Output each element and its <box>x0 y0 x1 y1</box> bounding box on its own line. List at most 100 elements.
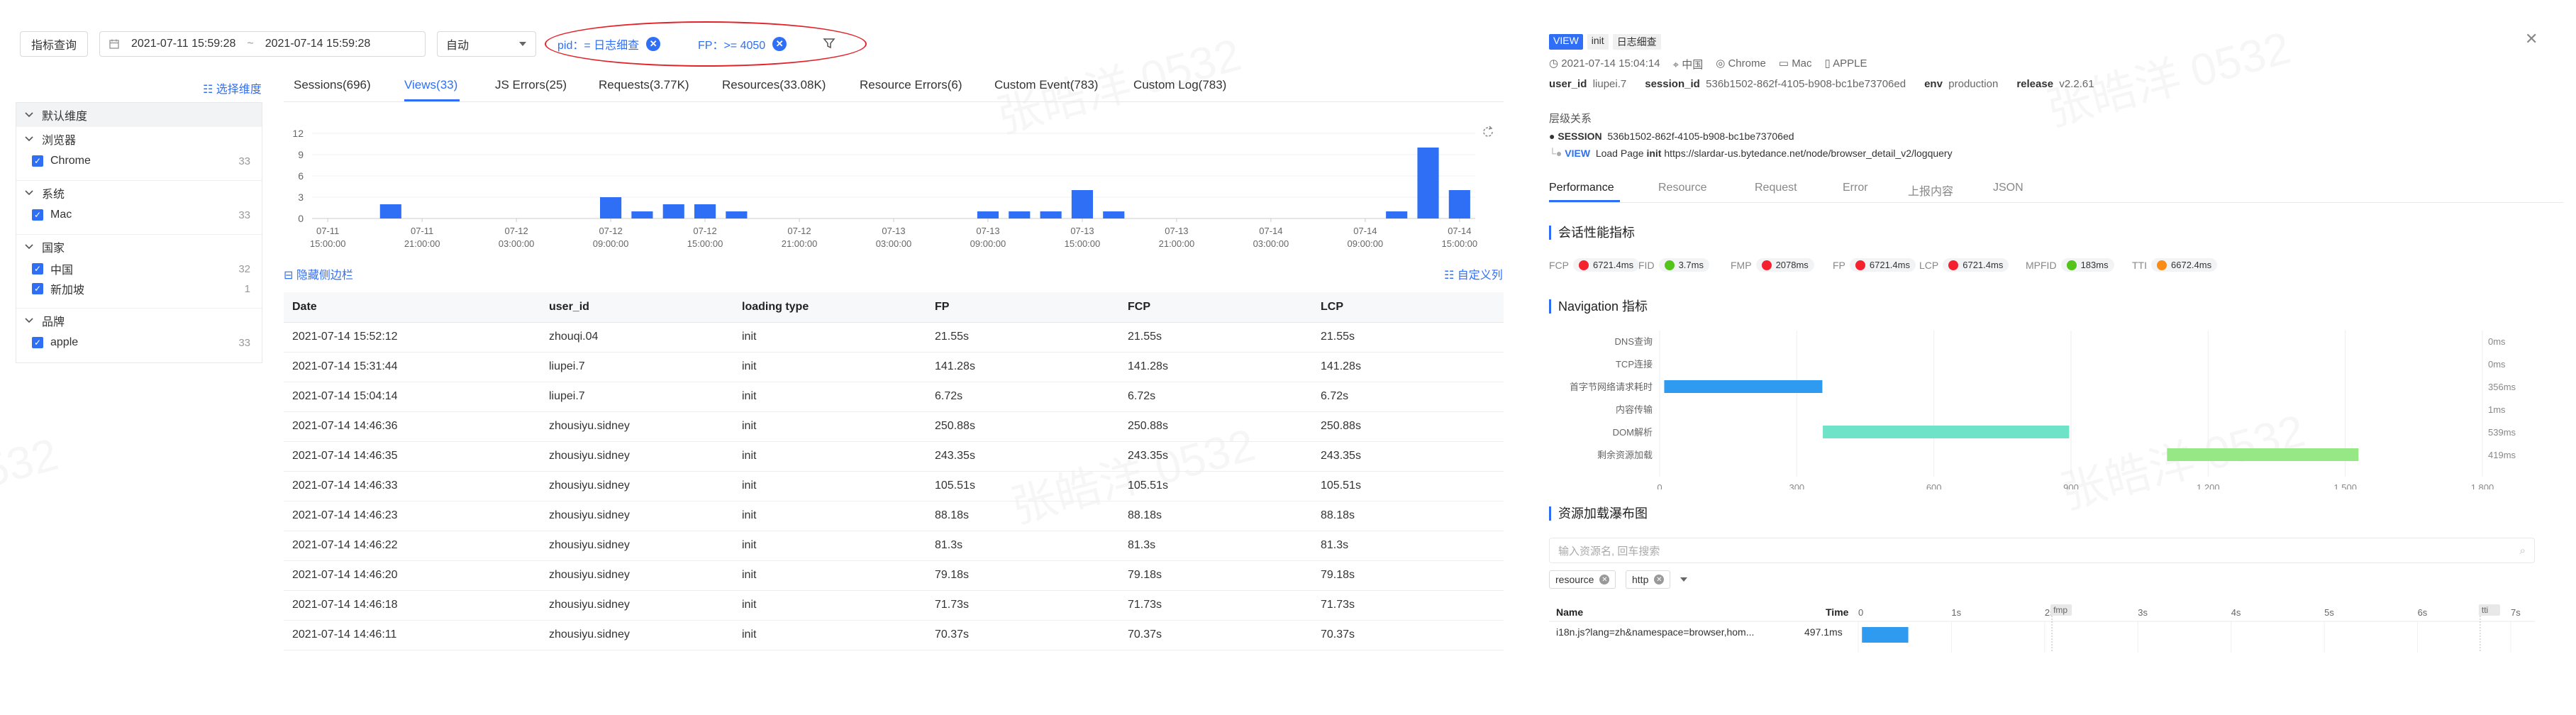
tab-views[interactable]: Views(33) <box>404 78 457 92</box>
default-dimension-header[interactable]: 默认维度 <box>16 103 262 127</box>
x-tick-label: 07-12 <box>693 226 716 236</box>
bar[interactable] <box>1040 211 1062 218</box>
custom-columns-link[interactable]: ☷ 自定义列 <box>1444 265 1503 282</box>
table-row[interactable]: 2021-07-14 14:46:36 zhousiyu.sidney init 25… <box>284 411 1504 442</box>
x-tick-label: 07-12 <box>787 226 811 236</box>
hide-sidebar-link[interactable]: ⊟ 隐藏侧边栏 <box>284 265 353 282</box>
checkbox-checked-icon[interactable]: ✓ <box>32 263 43 275</box>
dimension-group-header[interactable]: 系统 <box>16 181 262 205</box>
resource-search-input[interactable]: 输入资源名, 回车搜索 ⌕ <box>1549 538 2535 563</box>
table-row[interactable]: 2021-07-14 14:46:23 zhousiyu.sidney init 88… <box>284 501 1504 531</box>
bar[interactable] <box>977 211 999 218</box>
table-header-cell[interactable]: loading type <box>733 292 926 323</box>
close-icon[interactable]: ✕ <box>1654 575 1665 584</box>
tab-report-content[interactable]: 上报内容 <box>1908 182 1953 199</box>
tab-error[interactable]: Error <box>1843 182 1868 194</box>
close-icon[interactable]: ✕ <box>2525 30 2538 48</box>
dimension-item-label: apple <box>50 336 79 348</box>
table-row[interactable]: 2021-07-14 15:52:12 zhouqi.04 init 21.55s 21… <box>284 322 1504 353</box>
resource-name[interactable]: i18n.js?lang=zh&namespace=browser,hom... <box>1556 626 1754 638</box>
dimension-item[interactable]: ✓ 新加坡 1 <box>16 279 262 299</box>
nav-bar[interactable] <box>1823 426 2070 438</box>
tab-js-errors[interactable]: JS Errors(25) <box>495 78 567 92</box>
bar[interactable] <box>631 211 653 218</box>
table-row[interactable]: 2021-07-14 14:46:35 zhousiyu.sidney init 24… <box>284 441 1504 472</box>
timing-marker-label: tti <box>2482 605 2488 615</box>
bar[interactable] <box>726 211 748 218</box>
table-row[interactable]: 2021-07-14 15:04:14 liupei.7 init 6.72s 6.72… <box>284 382 1504 412</box>
dimension-item[interactable]: ✓ Mac 33 <box>16 205 262 225</box>
table-header-cell[interactable]: FCP <box>1119 292 1312 323</box>
tab-resource[interactable]: Resource <box>1658 182 1706 194</box>
bar[interactable] <box>379 204 401 218</box>
checkbox-checked-icon[interactable]: ✓ <box>32 209 43 221</box>
tab-resource-errors[interactable]: Resource Errors(6) <box>860 78 962 92</box>
status-dot-icon <box>1855 260 1865 270</box>
caret-down-icon[interactable] <box>1680 573 1688 586</box>
metric-query-button[interactable]: 指标查询 <box>20 31 88 57</box>
dimension-group-header[interactable]: 国家 <box>16 235 262 259</box>
table-header-cell[interactable]: FP <box>926 292 1119 323</box>
nav-bar[interactable] <box>2167 448 2359 461</box>
bar[interactable] <box>1448 190 1470 218</box>
bar[interactable] <box>1009 211 1031 218</box>
dimension-item[interactable]: ✓ Chrome 33 <box>16 151 262 171</box>
filter-tag-resource[interactable]: resource ✕ <box>1549 570 1616 589</box>
x-tick-label: 300 <box>1789 482 1804 489</box>
x-tick-label: 600 <box>1926 482 1942 489</box>
tab-resources[interactable]: Resources(33.08K) <box>722 78 826 92</box>
checkbox-checked-icon[interactable]: ✓ <box>32 283 43 294</box>
table-header-cell[interactable]: Date <box>284 292 540 323</box>
table-row[interactable]: 2021-07-14 14:46:20 zhousiyu.sidney init 79… <box>284 560 1504 591</box>
dimension-item-count: 33 <box>238 209 250 221</box>
nav-bar[interactable] <box>1664 380 1823 393</box>
select-dimension-link[interactable]: ☷ 选择维度 <box>203 79 262 96</box>
table-header-cell[interactable]: user_id <box>540 292 733 323</box>
bar[interactable] <box>1071 190 1094 218</box>
filter-tag-http[interactable]: http ✕ <box>1626 570 1671 589</box>
table-row[interactable]: 2021-07-14 14:46:18 zhousiyu.sidney init 71… <box>284 590 1504 621</box>
tab-sessions[interactable]: Sessions(696) <box>294 78 371 92</box>
checkbox-checked-icon[interactable]: ✓ <box>32 337 43 348</box>
table-row[interactable]: 2021-07-14 14:46:22 zhousiyu.sidney init 81… <box>284 531 1504 561</box>
dimension-item[interactable]: ✓ apple 33 <box>16 333 262 353</box>
tab-requests[interactable]: Requests(3.77K) <box>599 78 689 92</box>
tab-custom-log[interactable]: Custom Log(783) <box>1133 78 1226 92</box>
granularity-select[interactable]: 自动 <box>437 31 536 57</box>
refresh-icon[interactable] <box>1481 125 1495 139</box>
dimension-group-header[interactable]: 品牌 <box>16 309 262 333</box>
bar[interactable] <box>662 204 684 218</box>
checkbox-checked-icon[interactable]: ✓ <box>32 155 43 167</box>
dimension-item-label: Mac <box>50 209 72 221</box>
table-cell: 141.28s <box>1312 352 1504 382</box>
tab-request[interactable]: Request <box>1755 182 1797 194</box>
x-tick-label: 07-13 <box>882 226 905 236</box>
tab-performance[interactable]: Performance <box>1549 182 1614 194</box>
table-row[interactable]: 2021-07-14 15:31:44 liupei.7 init 141.28s 14… <box>284 352 1504 382</box>
bar[interactable] <box>1417 148 1439 218</box>
waterfall-section-title: 资源加载瀑布图 <box>1549 506 1648 521</box>
time-tick-label: 6s <box>2418 607 2428 618</box>
tree-node-icon: ● <box>1549 131 1555 142</box>
bar[interactable] <box>694 204 716 218</box>
dimension-group-header[interactable]: 浏览器 <box>16 127 262 151</box>
table-cell: zhousiyu.sidney <box>540 501 733 531</box>
bar[interactable] <box>600 197 622 218</box>
view-url[interactable]: https://slardar-us.bytedance.net/node/br… <box>1664 148 1952 159</box>
bar[interactable] <box>1103 211 1125 218</box>
close-icon[interactable]: ✕ <box>1599 575 1610 584</box>
table-cell: liupei.7 <box>540 382 733 412</box>
table-row[interactable]: 2021-07-14 14:46:11 zhousiyu.sidney init 70… <box>284 620 1504 650</box>
tab-custom-event[interactable]: Custom Event(783) <box>994 78 1098 92</box>
bar[interactable] <box>1386 211 1408 218</box>
perf-metric: MPFID 183ms <box>2026 258 2114 272</box>
resource-bar[interactable] <box>1862 627 1909 643</box>
table-header-cell[interactable]: LCP <box>1312 292 1504 323</box>
table-row[interactable]: 2021-07-14 14:46:33 zhousiyu.sidney init 10… <box>284 471 1504 501</box>
x-tick-label: 1,500 <box>2333 482 2357 489</box>
tab-json[interactable]: JSON <box>1993 182 2023 194</box>
table-cell: 79.18s <box>1312 560 1504 591</box>
dimension-item[interactable]: ✓ 中国 32 <box>16 259 262 279</box>
x-tick-label: 07-13 <box>1070 226 1094 236</box>
date-range-picker[interactable]: 2021-07-11 15:59:28 ~ 2021-07-14 15:59:2… <box>99 31 426 57</box>
